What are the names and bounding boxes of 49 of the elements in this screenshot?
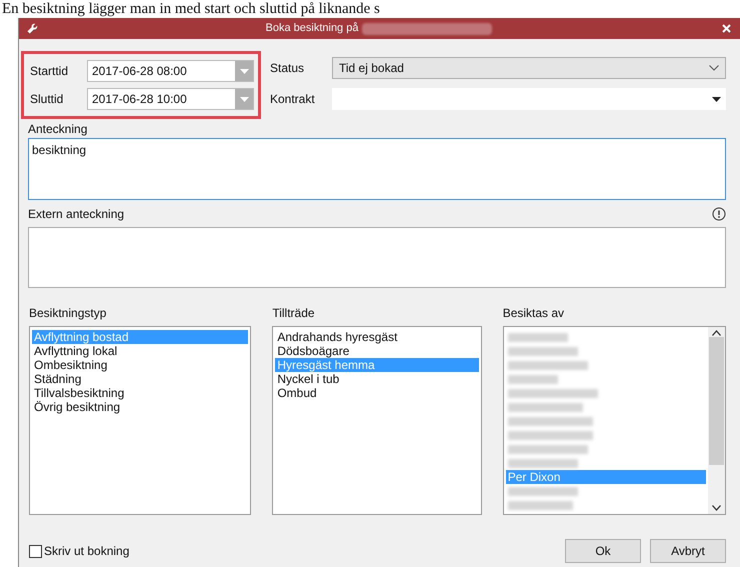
field-label: Anteckning [28,121,88,138]
date-time-field[interactable]: 2017-06-28 10:00 [87,88,254,110]
field-label: Kontrakt [270,91,316,108]
list-item[interactable]: Tillvalsbesiktning [32,386,248,400]
checkbox-label: Skriv ut bokning [44,543,130,560]
list-item[interactable]: Städning [32,372,248,386]
window-title: Boka besiktning på [266,21,358,36]
blurred-text-placeholder [508,332,568,342]
field-label: Sluttid [30,91,64,108]
status-dropdown[interactable]: Tid ej bokad [332,57,726,79]
field-label: Starttid [30,63,70,80]
chevron-up-icon [712,330,721,336]
caret-icon [712,96,721,102]
list-label: Tillträde [272,305,316,322]
field-label: Status [270,60,306,77]
list-item[interactable]: Ombesiktning [32,358,248,372]
list-label: Besiktas av [502,305,566,322]
list-label: Besiktningstyp [29,305,108,322]
list-item[interactable]: Nyckel i tub [275,372,479,386]
date-time-field[interactable]: 2017-06-28 08:00 [87,60,254,82]
blurred-text-placeholder [508,374,558,384]
dropdown-button[interactable] [235,61,253,81]
print-checkbox[interactable] [29,544,42,558]
contract-dropdown[interactable] [332,88,726,110]
list-item[interactable]: Ombud [275,386,479,400]
chevron-down-icon [709,65,719,71]
external-note-textarea[interactable] [28,227,726,288]
scrollbar-thumb[interactable] [709,336,724,464]
list-item[interactable]: Andrahands hyresgäst [275,330,479,344]
wrench-icon [27,23,38,34]
blurred-text-placeholder [508,346,578,356]
list-item[interactable]: Avflyttning lokal [32,344,248,358]
caret-icon [240,96,248,102]
dialog-button[interactable]: Avbryt [650,539,726,563]
caret-icon [240,68,248,74]
field-label: Extern anteckning [28,206,124,223]
blurred-text-placeholder [508,500,573,510]
list-item[interactable]: Dödsboägare [275,344,479,358]
dropdown-button[interactable] [235,89,253,109]
blurred-text-placeholder [508,458,578,468]
note-textarea[interactable]: besiktning [28,138,726,200]
blurred-text-placeholder [508,486,578,496]
dialog-button[interactable]: Ok [565,539,641,563]
list-item[interactable]: Övrig besiktning [32,400,248,414]
document-text: En besiktning lägger man in med start och sluttid på liknande s [2,0,380,18]
chevron-down-icon [712,505,721,511]
close-icon[interactable] [720,22,732,34]
scrollbar[interactable] [708,327,725,514]
exclamation-icon [712,207,726,221]
